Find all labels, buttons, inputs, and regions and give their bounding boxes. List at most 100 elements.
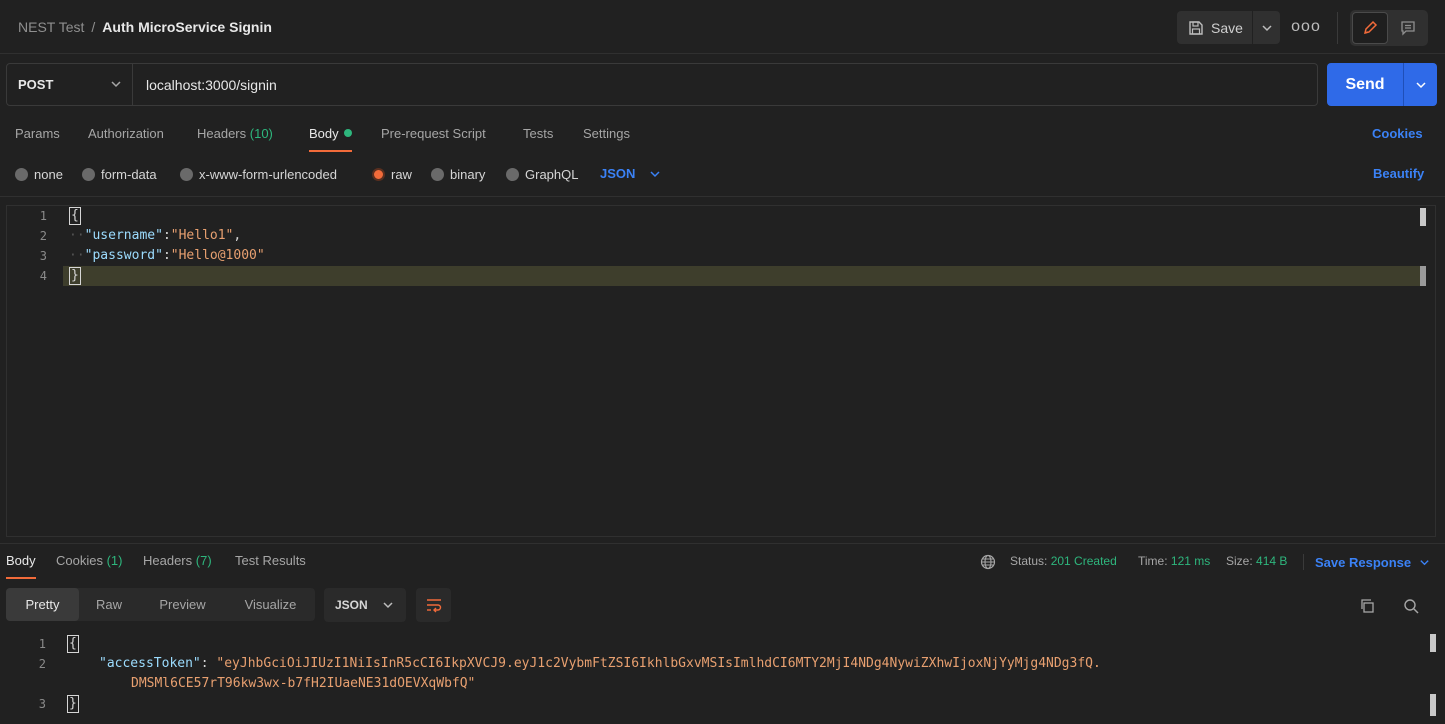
mode-toggle (1350, 10, 1428, 46)
radio-form-data[interactable]: form-data (82, 166, 157, 182)
globe-icon[interactable] (980, 554, 996, 570)
radio-binary[interactable]: binary (431, 166, 485, 182)
response-cookies-count: (1) (106, 553, 123, 568)
beautify-link[interactable]: Beautify (1373, 166, 1424, 181)
chevron-down-icon (111, 81, 121, 88)
size-label: Size: (1226, 554, 1253, 568)
response-tabs: Body Cookies (1) Headers (7) Test Result… (0, 548, 1445, 579)
response-format-label: JSON (335, 598, 368, 612)
colon: : (162, 248, 171, 263)
access-token-value-continued: DMSMl6CE57rT96kw3wx-b7fH2IUaeNE31dOEVXqW… (131, 676, 476, 691)
body-language-select[interactable]: JSON (600, 166, 661, 181)
response-line-1: { (67, 634, 79, 654)
radio-raw[interactable]: raw (372, 166, 412, 182)
radio-graphql[interactable]: GraphQL (506, 166, 578, 182)
tab-headers-label: Headers (197, 126, 247, 141)
method-select[interactable]: POST (7, 64, 133, 105)
chevron-down-icon (1261, 24, 1272, 31)
radio-circle (82, 167, 95, 181)
breadcrumb-separator: / (91, 19, 96, 35)
open-brace: { (67, 635, 79, 653)
line-number: 1 (39, 209, 47, 223)
request-body-editor[interactable]: 1 2 3 4 { ··"username":"Hello1", ··"pass… (6, 205, 1436, 537)
response-tab-body[interactable]: Body (6, 553, 36, 579)
response-tab-test-results[interactable]: Test Results (235, 553, 306, 568)
status-value[interactable]: 201 Created (1051, 554, 1117, 568)
breadcrumb-collection[interactable]: NEST Test (18, 19, 84, 35)
tab-body[interactable]: Body (309, 118, 352, 152)
response-tab-cookies[interactable]: Cookies (1) (56, 553, 122, 568)
wrap-lines-icon (426, 599, 441, 613)
radio-none[interactable]: none (15, 166, 63, 182)
cookies-link[interactable]: Cookies (1372, 126, 1423, 141)
time-value[interactable]: 121 ms (1171, 554, 1210, 568)
open-brace: { (69, 207, 81, 225)
radio-form-data-label: form-data (101, 166, 157, 182)
tab-pre-request-script[interactable]: Pre-request Script (381, 118, 486, 152)
line-number: 3 (38, 697, 46, 711)
body-language-label: JSON (600, 166, 636, 181)
password-value: "Hello@1000" (170, 248, 265, 263)
url-input[interactable] (134, 64, 1314, 105)
indent-marker: ·· (69, 228, 85, 243)
response-size: Size: 414 B (1226, 554, 1287, 568)
comma: , (233, 228, 242, 243)
copy-response-button[interactable] (1357, 596, 1377, 616)
chevron-down-icon (383, 602, 393, 609)
url-bar: POST (6, 63, 1318, 106)
radio-none-label: none (34, 166, 63, 182)
code-line-1: { (69, 206, 81, 226)
radio-circle (506, 167, 519, 181)
save-icon (1189, 20, 1203, 35)
body-type-selector: none form-data x-www-form-urlencoded raw… (0, 160, 1445, 188)
more-actions-button[interactable]: ooo (1291, 17, 1321, 37)
section-divider (0, 196, 1445, 197)
radio-urlencoded[interactable]: x-www-form-urlencoded (180, 166, 337, 182)
comment-icon (1401, 21, 1415, 36)
radio-circle (15, 167, 28, 181)
wrap-lines-button[interactable] (416, 588, 451, 622)
response-scrollbar-marker (1430, 694, 1436, 716)
response-body-viewer[interactable]: 1 2 3 { "accessToken": "eyJhbGciOiJIUzI1… (0, 630, 1445, 724)
request-tabs: Params Authorization Headers (10) Body P… (0, 118, 1445, 152)
copy-icon (1361, 599, 1374, 613)
tab-params[interactable]: Params (15, 118, 60, 152)
access-token-key: "accessToken" (99, 656, 201, 671)
view-pretty[interactable]: Pretty (6, 588, 79, 621)
view-visualize[interactable]: Visualize (226, 588, 315, 621)
username-value: "Hello1" (170, 228, 234, 243)
response-format-select[interactable]: JSON (324, 588, 406, 622)
response-time: Time: 121 ms (1138, 554, 1210, 568)
editor-scrollbar-thumb[interactable] (1420, 208, 1426, 226)
view-preview[interactable]: Preview (139, 588, 226, 621)
send-options-button[interactable] (1404, 63, 1437, 106)
response-tab-headers[interactable]: Headers (7) (143, 553, 212, 568)
response-status: Status: 201 Created (1010, 554, 1117, 568)
pane-divider[interactable] (0, 543, 1445, 544)
tab-authorization[interactable]: Authorization (88, 118, 164, 152)
comments-button[interactable] (1390, 12, 1426, 44)
code-line-3: ··"password":"Hello@1000" (69, 246, 265, 266)
save-options-button[interactable] (1253, 11, 1280, 44)
send-button[interactable]: Send (1327, 63, 1403, 106)
tab-headers[interactable]: Headers (10) (197, 118, 273, 152)
status-label: Status: (1010, 554, 1048, 568)
access-token-value: "eyJhbGciOiJIUzI1NiIsInR5cCI6IkpXVCJ9.ey… (216, 656, 1101, 671)
line-number: 1 (38, 637, 46, 651)
search-response-button[interactable] (1401, 596, 1421, 616)
save-button[interactable]: Save (1177, 11, 1252, 44)
request-title[interactable]: Auth MicroService Signin (102, 19, 272, 35)
tab-body-label: Body (309, 126, 339, 141)
response-line-3: } (67, 694, 79, 714)
tab-tests[interactable]: Tests (523, 118, 553, 152)
view-raw[interactable]: Raw (79, 588, 139, 621)
more-icon: ooo (1291, 18, 1321, 35)
code-line-2: ··"username":"Hello1", (69, 226, 241, 246)
size-value[interactable]: 414 B (1256, 554, 1287, 568)
response-scrollbar-thumb[interactable] (1430, 634, 1436, 652)
line-number: 2 (38, 657, 46, 671)
colon: : (200, 656, 209, 671)
edit-mode-button[interactable] (1352, 12, 1388, 44)
tab-settings[interactable]: Settings (583, 118, 630, 152)
save-response-button[interactable]: Save Response (1315, 555, 1430, 570)
